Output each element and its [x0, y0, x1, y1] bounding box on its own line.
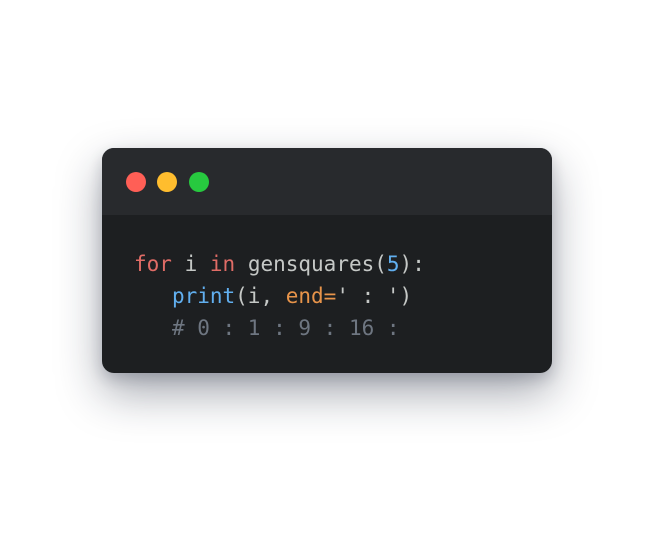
print-args: (i,: [235, 284, 286, 308]
code-line-2: print(i, end=' : '): [134, 280, 425, 312]
keyword-for: for: [134, 252, 172, 276]
code-block: for i in gensquares(5): print(i, end=' :…: [134, 248, 425, 344]
string-literal: ' : ': [336, 284, 400, 308]
canvas: for i in gensquares(5): print(i, end=' :…: [0, 0, 653, 556]
code-line-3: # 0 : 1 : 9 : 16 :: [134, 312, 425, 344]
zoom-window-button[interactable]: [189, 172, 209, 192]
minimize-window-button[interactable]: [157, 172, 177, 192]
keyword-in: in: [209, 252, 236, 276]
function-call-gensquares: gensquares(: [235, 252, 387, 276]
variable-i: i: [171, 252, 210, 276]
window-titlebar: [102, 148, 552, 215]
code-line-1: for i in gensquares(5):: [134, 248, 425, 280]
close-window-button[interactable]: [126, 172, 146, 192]
code-window: for i in gensquares(5): print(i, end=' :…: [102, 148, 552, 373]
print-close: ): [399, 284, 413, 308]
output-comment: # 0 : 1 : 9 : 16 :: [171, 316, 400, 340]
builtin-print: print: [171, 284, 236, 308]
number-literal: 5: [386, 252, 400, 276]
keyword-arg-end: end=: [285, 284, 337, 308]
call-close: ):: [399, 252, 425, 276]
